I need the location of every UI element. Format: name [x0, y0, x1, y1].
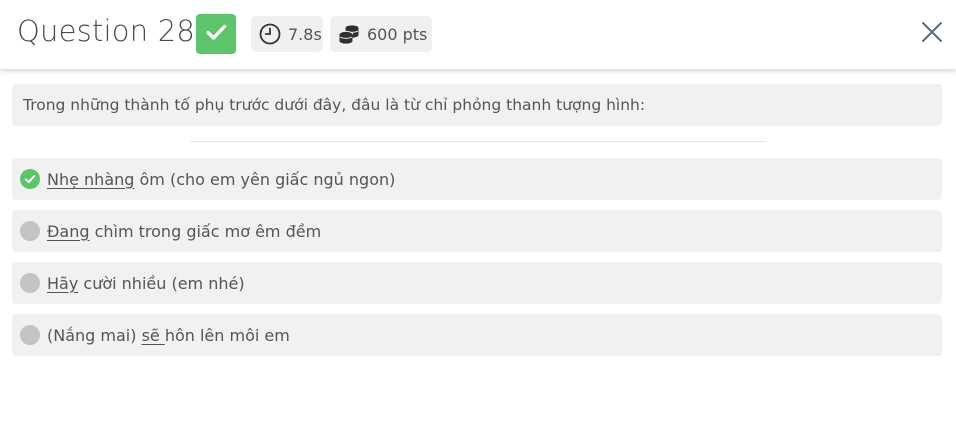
close-icon[interactable] — [920, 20, 944, 48]
close-button[interactable] — [918, 20, 946, 48]
question-text-box: Trong những thành tố phụ trước dưới đây,… — [12, 84, 942, 126]
question-header: Question 28 7.8s 600 pts — [0, 0, 956, 69]
option-label: Nhẹ nhàng ôm (cho em yên giấc ngủ ngon) — [47, 169, 396, 189]
coins-icon — [337, 22, 361, 46]
clock-icon — [258, 22, 282, 46]
points-value: 600 pts — [367, 24, 428, 44]
timer-value: 7.8s — [288, 24, 322, 44]
points-pill: 600 pts — [330, 16, 432, 52]
underlined-word: sẽ — [141, 325, 165, 345]
answer-option-1[interactable]: Nhẹ nhàng ôm (cho em yên giấc ngủ ngon) — [12, 158, 942, 200]
correct-status-badge — [196, 14, 236, 54]
option-label: Đang chìm trong giấc mơ êm đềm — [47, 221, 322, 241]
circle-icon — [20, 273, 40, 293]
underlined-word: Hãy — [47, 273, 79, 293]
option-label: Hãy cười nhiều (em nhé) — [47, 273, 245, 293]
answer-option-3[interactable]: Hãy cười nhiều (em nhé) — [12, 262, 942, 304]
answer-option-4[interactable]: (Nắng mai) sẽ hôn lên môi em — [12, 314, 942, 356]
underlined-word: Nhẹ nhàng — [47, 169, 135, 189]
option-label: (Nắng mai) sẽ hôn lên môi em — [47, 325, 290, 345]
circle-icon — [20, 325, 40, 345]
underlined-word: Đang — [47, 221, 90, 241]
question-title: Question 28 — [17, 14, 196, 48]
question-text: Trong những thành tố phụ trước dưới đây,… — [23, 96, 646, 114]
divider — [190, 141, 766, 142]
check-circle-icon — [20, 169, 40, 189]
circle-icon — [20, 221, 40, 241]
check-icon — [203, 19, 229, 49]
answer-option-2[interactable]: Đang chìm trong giấc mơ êm đềm — [12, 210, 942, 252]
timer-pill: 7.8s — [251, 16, 323, 52]
